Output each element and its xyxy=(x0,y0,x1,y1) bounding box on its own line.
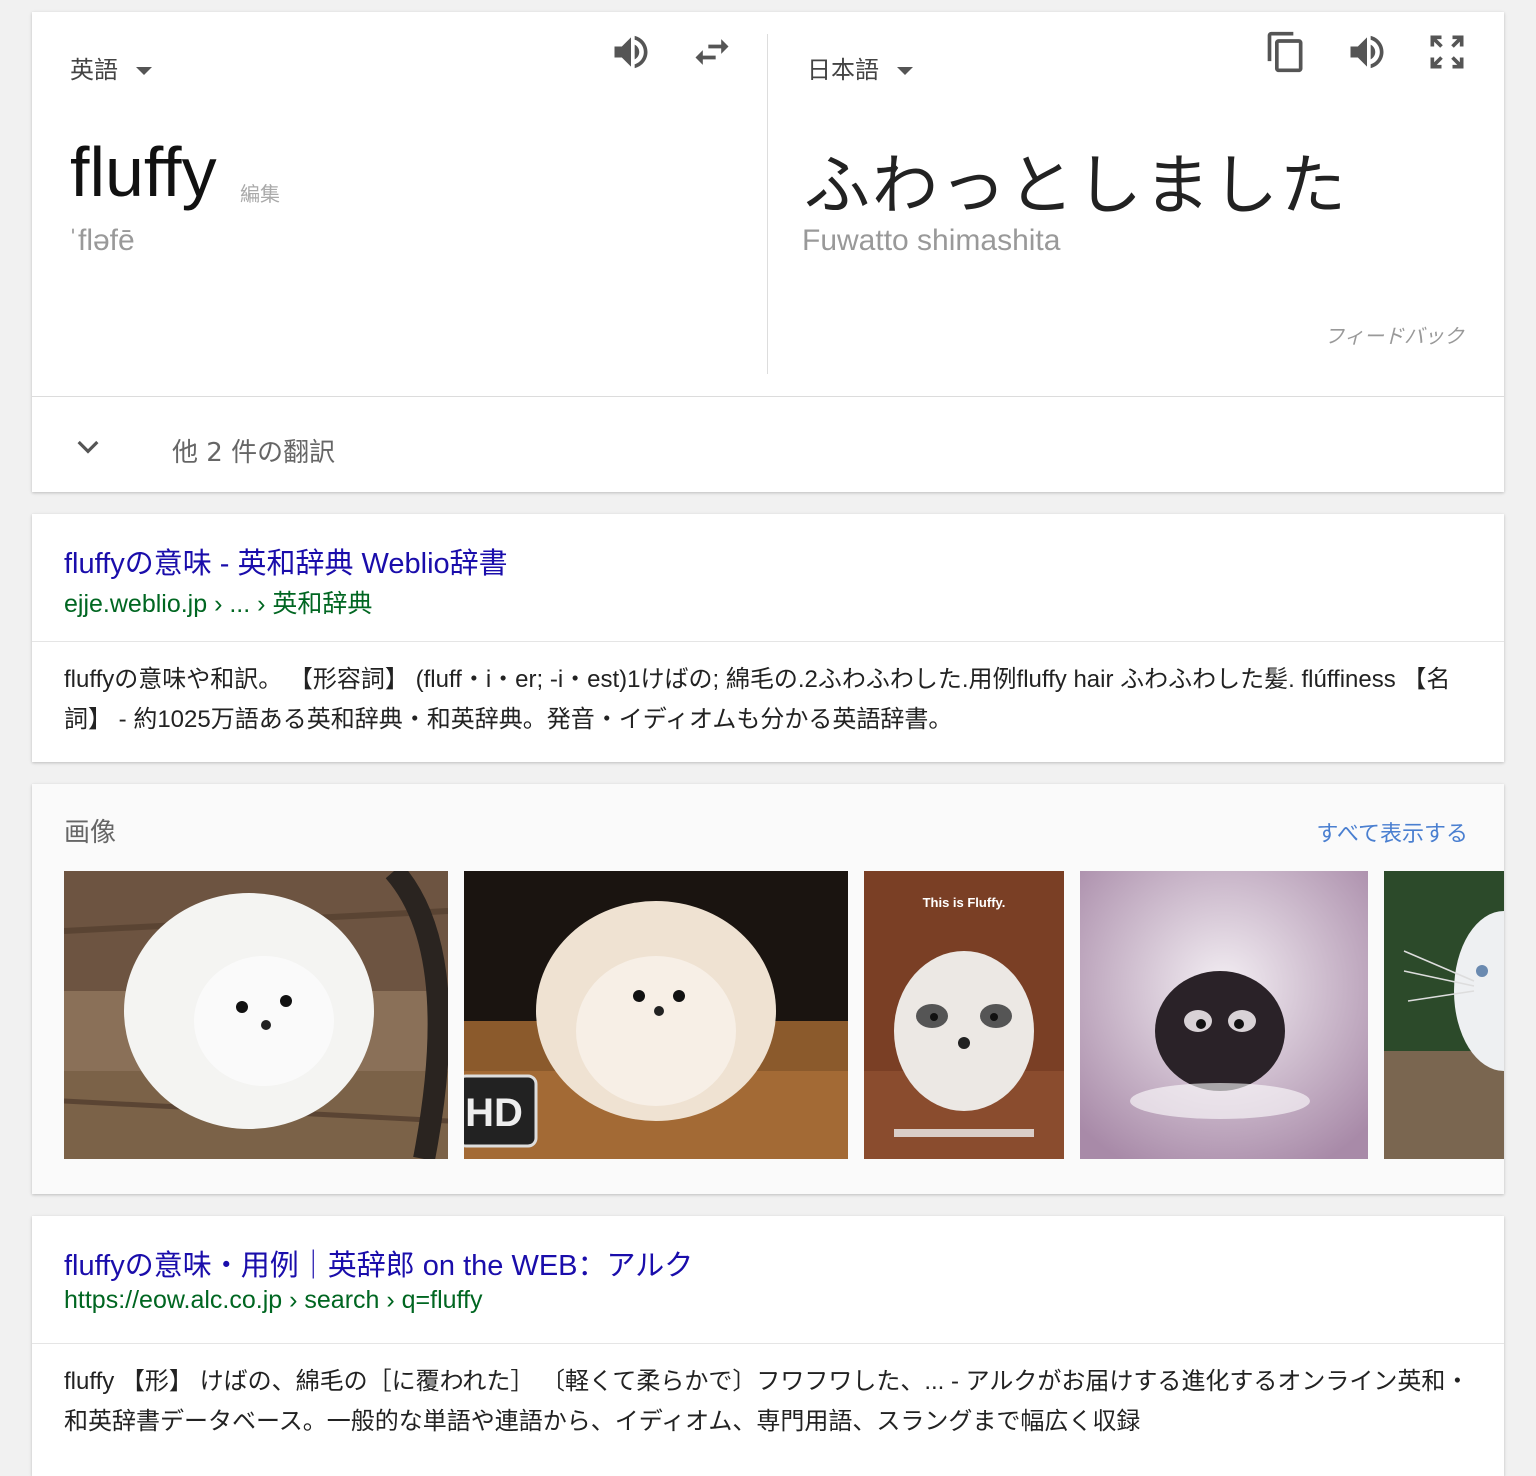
source-language-label: 英語 xyxy=(70,56,118,84)
copy-icon[interactable] xyxy=(1262,28,1310,76)
see-all-images-link[interactable]: すべて表示する xyxy=(1316,816,1468,848)
search-result-card: fluffyの意味・用例｜英辞郎 on the WEB：アルク https://… xyxy=(32,1216,1504,1476)
source-language-select[interactable]: 英語 xyxy=(70,50,152,85)
result-url[interactable]: ejje.weblio.jp › ... › 英和辞典 xyxy=(64,584,372,620)
language-divider xyxy=(767,34,768,374)
image-thumbnail[interactable]: This is Fluffy. xyxy=(864,871,1064,1159)
result-snippet: fluffyの意味や和訳。 【形容詞】 (fluff・i・er; -i・est)… xyxy=(64,666,1451,733)
translated-romanization: Fuwatto shimashita xyxy=(802,224,1061,257)
result-divider xyxy=(32,1343,1504,1344)
swap-languages-icon[interactable] xyxy=(688,28,736,76)
source-pronunciation: ˈfləfē xyxy=(68,224,135,257)
dropdown-caret-icon xyxy=(897,67,913,75)
result-url[interactable]: https://eow.alc.co.jp › search › q=fluff… xyxy=(64,1286,483,1315)
image-thumbnail[interactable] xyxy=(1080,871,1368,1159)
translate-card: 英語 日本語 fluffy 編集 ˈfləfē ふわっとしました Fuwatto… xyxy=(32,12,1504,492)
target-language-select[interactable]: 日本語 xyxy=(807,50,913,85)
feedback-link[interactable]: フィードバック xyxy=(1324,320,1464,349)
images-heading: 画像 xyxy=(64,818,117,848)
result-snippet: fluffy 【形】 けばの、綿毛の［に覆われた］ 〔軽くて柔らかで〕フワフワし… xyxy=(64,1368,1470,1435)
hd-badge: HD xyxy=(465,1091,523,1135)
meme-caption: This is Fluffy. xyxy=(923,895,1006,910)
search-result-card: fluffyの意味 - 英和辞典 Weblio辞書 ejje.weblio.jp… xyxy=(32,514,1504,762)
source-text[interactable]: fluffy xyxy=(70,132,217,212)
more-translations-toggle[interactable]: 他 2 件の翻訳 xyxy=(172,432,335,469)
speaker-icon[interactable] xyxy=(1343,28,1391,76)
image-thumbnail[interactable] xyxy=(1384,871,1504,1159)
dropdown-caret-icon xyxy=(136,67,152,75)
image-thumbnail[interactable]: HD xyxy=(464,871,848,1159)
result-title-link[interactable]: fluffyの意味・用例｜英辞郎 on the WEB：アルク xyxy=(64,1242,693,1284)
result-divider xyxy=(32,641,1504,642)
chevron-down-icon[interactable] xyxy=(72,430,104,462)
speaker-icon[interactable] xyxy=(607,28,655,76)
images-card: 画像 すべて表示する HD This is Fluffy. xyxy=(32,784,1504,1194)
image-thumbnail[interactable] xyxy=(64,871,448,1159)
edit-link[interactable]: 編集 xyxy=(240,178,280,207)
target-language-label: 日本語 xyxy=(807,56,879,84)
card-divider xyxy=(32,396,1504,397)
translated-text: ふわっとしました xyxy=(804,147,1348,224)
result-title-link[interactable]: fluffyの意味 - 英和辞典 Weblio辞書 xyxy=(64,540,508,582)
fullscreen-icon[interactable] xyxy=(1423,28,1471,76)
